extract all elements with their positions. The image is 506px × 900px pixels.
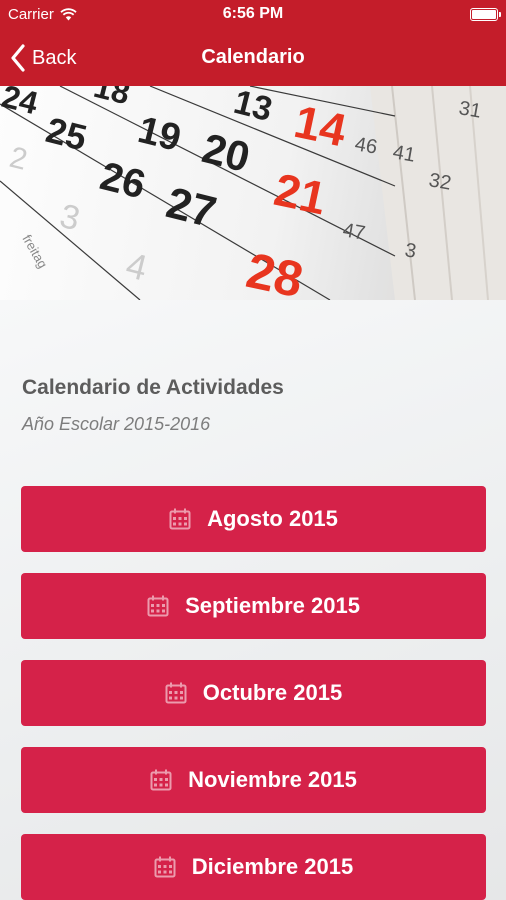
hero-number: 26: [96, 154, 150, 207]
month-list: Agosto 2015 Septiembre 2015 Octubre 2015: [21, 486, 486, 900]
month-label: Octubre 2015: [202, 680, 343, 705]
month-button-octubre[interactable]: Octubre 2015: [21, 660, 486, 726]
top-bar: Carrier 6:56 PM Back Calendario: [0, 0, 506, 86]
hero-number: 25: [42, 109, 91, 158]
hero-number: 2: [6, 141, 30, 177]
calendar-illustration: 24 18 13 14 31 25 19 20 46 41 32 26 21 2…: [0, 86, 506, 300]
hero-number: 27: [162, 178, 221, 237]
status-bar: Carrier 6:56 PM: [0, 0, 506, 30]
month-label: Septiembre 2015: [185, 593, 360, 618]
calendar-icon: [147, 595, 169, 617]
hero-number: 20: [198, 124, 255, 181]
hero-number: freitag: [19, 232, 50, 271]
navigation-bar: Back Calendario: [0, 30, 506, 86]
hero-number: 21: [270, 163, 331, 225]
hero-number: 18: [90, 86, 133, 111]
hero-number: 4: [122, 244, 151, 289]
content-area: Calendario de Actividades Año Escolar 20…: [0, 300, 506, 900]
section-subtitle: Año Escolar 2015-2016: [22, 414, 211, 434]
section-title: Calendario de Actividades: [22, 376, 284, 399]
hero-number: 41: [391, 141, 417, 167]
battery-icon: [470, 8, 501, 21]
hero-number: 47: [341, 219, 367, 245]
month-label: Noviembre 2015: [188, 767, 357, 792]
hero-number: 32: [427, 169, 453, 195]
month-button-agosto[interactable]: Agosto 2015: [21, 486, 486, 552]
calendar-hero-image: 24 18 13 14 31 25 19 20 46 41 32 26 21 2…: [0, 86, 506, 300]
month-button-septiembre[interactable]: Septiembre 2015: [21, 573, 486, 639]
hero-number: 19: [134, 109, 185, 160]
month-label: Agosto 2015: [207, 506, 338, 531]
hero-number: 31: [457, 97, 483, 123]
status-time: 6:56 PM: [222, 5, 284, 22]
hero-number: 24: [0, 86, 42, 121]
calendar-icon: [150, 769, 172, 791]
month-button-diciembre[interactable]: Diciembre 2015: [21, 834, 486, 900]
hero-number: 14: [290, 95, 351, 157]
hero-number: 28: [242, 242, 308, 300]
page-title: Calendario: [201, 46, 305, 68]
calendar-icon: [169, 508, 191, 530]
calendar-icon: [165, 682, 187, 704]
month-button-noviembre[interactable]: Noviembre 2015: [21, 747, 486, 813]
calendar-icon: [154, 856, 176, 878]
month-label: Diciembre 2015: [191, 854, 354, 879]
hero-number: 3: [56, 197, 84, 238]
hero-number: 13: [230, 86, 276, 129]
hero-number: 46: [353, 133, 379, 159]
